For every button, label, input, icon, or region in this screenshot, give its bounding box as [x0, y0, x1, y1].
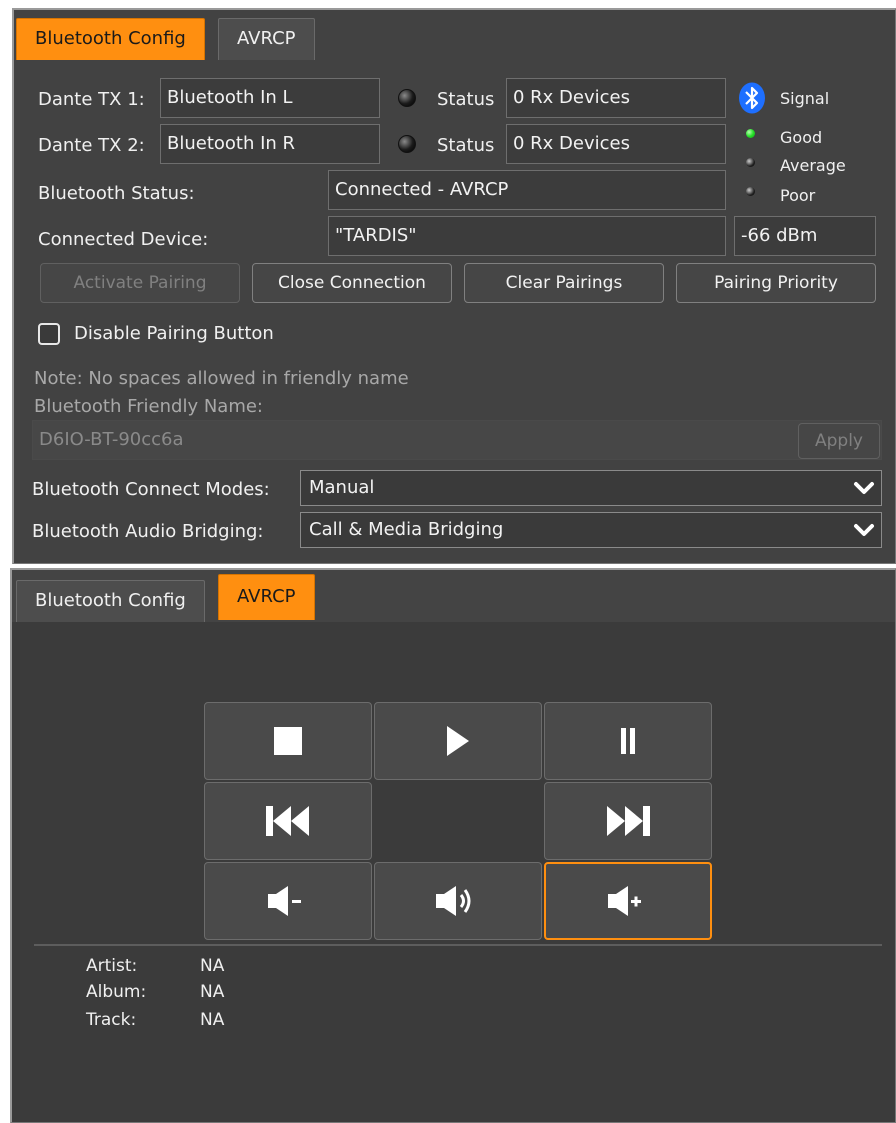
tx2-status-led: [398, 135, 416, 153]
tab-bluetooth-config[interactable]: Bluetooth Config: [16, 580, 205, 622]
volume-up-button[interactable]: [544, 862, 712, 940]
stop-button[interactable]: [204, 702, 372, 780]
tab-bluetooth-config[interactable]: Bluetooth Config: [16, 18, 205, 60]
tx1-status-label: Status: [437, 89, 495, 110]
artist-value: NA: [200, 956, 225, 976]
bluetooth-status-field: Connected - AVRCP: [328, 170, 726, 210]
avrcp-panel: Bluetooth Config AVRCP Artist: NA Album:…: [10, 568, 896, 1123]
chevron-down-icon: [854, 482, 874, 494]
signal-average-led: [746, 158, 755, 167]
disable-pairing-label: Disable Pairing Button: [74, 323, 274, 344]
pause-button[interactable]: [544, 702, 712, 780]
connect-modes-select[interactable]: Manual: [300, 470, 882, 506]
clear-pairings-button[interactable]: Clear Pairings: [464, 263, 664, 303]
friendly-name-note: Note: No spaces allowed in friendly name: [34, 368, 409, 389]
volume-icon: [436, 886, 471, 916]
stop-icon: [274, 727, 302, 755]
audio-bridging-select[interactable]: Call & Media Bridging: [300, 512, 882, 548]
dante-tx1-label: Dante TX 1:: [38, 89, 145, 110]
track-value: NA: [200, 1010, 225, 1030]
album-label: Album:: [86, 982, 147, 1002]
play-icon: [447, 726, 469, 756]
bluetooth-status-label: Bluetooth Status:: [38, 183, 195, 204]
signal-average-label: Average: [780, 156, 846, 175]
tx1-status-led: [398, 89, 416, 107]
friendly-name-label: Bluetooth Friendly Name:: [34, 396, 263, 417]
album-value: NA: [200, 982, 225, 1002]
play-button[interactable]: [374, 702, 542, 780]
volume-button[interactable]: [374, 862, 542, 940]
activate-pairing-button[interactable]: Activate Pairing: [40, 263, 240, 303]
tx2-status-label: Status: [437, 135, 495, 156]
apply-button[interactable]: Apply: [798, 423, 880, 459]
tab-avrcp[interactable]: AVRCP: [218, 18, 315, 60]
connected-device-field: "TARDIS": [328, 216, 726, 256]
connect-modes-value: Manual: [309, 477, 375, 498]
bluetooth-config-panel: Bluetooth Config AVRCP Dante TX 1: Bluet…: [12, 8, 896, 564]
tab-bar: Bluetooth Config AVRCP: [14, 10, 895, 62]
disable-pairing-checkbox[interactable]: [38, 323, 60, 345]
pause-icon: [621, 728, 635, 754]
chevron-down-icon: [854, 524, 874, 536]
volume-down-button[interactable]: [204, 862, 372, 940]
tx2-status-field: 0 Rx Devices: [506, 124, 726, 164]
dante-tx2-label: Dante TX 2:: [38, 135, 145, 156]
signal-dbm-field: -66 dBm: [734, 216, 876, 256]
signal-poor-led: [746, 187, 755, 196]
signal-poor-label: Poor: [780, 186, 816, 205]
track-label: Track:: [86, 1010, 137, 1030]
volume-up-icon: [608, 886, 641, 916]
connected-device-label: Connected Device:: [38, 229, 209, 250]
tab-bar: Bluetooth Config AVRCP: [12, 570, 895, 622]
close-connection-button[interactable]: Close Connection: [252, 263, 452, 303]
separator: [34, 944, 882, 946]
signal-good-label: Good: [780, 128, 823, 147]
pairing-priority-button[interactable]: Pairing Priority: [676, 263, 876, 303]
volume-down-icon: [268, 886, 301, 916]
connect-modes-label: Bluetooth Connect Modes:: [32, 479, 270, 500]
friendly-name-input[interactable]: D6IO-BT-90cc6a: [32, 420, 882, 460]
previous-track-icon: [266, 806, 309, 836]
dante-tx2-field[interactable]: Bluetooth In R: [160, 124, 380, 164]
audio-bridging-value: Call & Media Bridging: [309, 519, 504, 540]
audio-bridging-label: Bluetooth Audio Bridging:: [32, 521, 264, 542]
next-track-button[interactable]: [544, 782, 712, 860]
artist-label: Artist:: [86, 956, 138, 976]
signal-title: Signal: [780, 89, 830, 108]
tx1-status-field: 0 Rx Devices: [506, 78, 726, 118]
previous-track-button[interactable]: [204, 782, 372, 860]
signal-good-led: [746, 129, 755, 138]
next-track-icon: [607, 806, 650, 836]
dante-tx1-field[interactable]: Bluetooth In L: [160, 78, 380, 118]
bluetooth-icon: [738, 82, 766, 114]
tab-avrcp[interactable]: AVRCP: [218, 574, 315, 620]
